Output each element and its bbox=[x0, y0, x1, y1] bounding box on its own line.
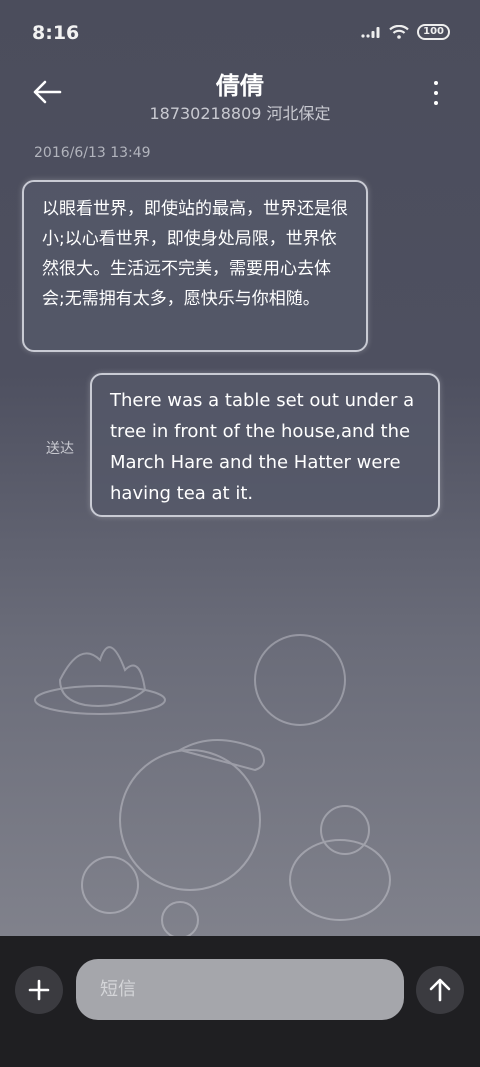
delivery-status: 送达 bbox=[46, 441, 74, 457]
sms-input[interactable] bbox=[76, 959, 404, 1020]
status-time: 8:16 bbox=[32, 22, 80, 44]
outgoing-message-bubble[interactable]: There was a table set out under a tree i… bbox=[90, 373, 440, 517]
battery-icon: 100 bbox=[417, 24, 450, 40]
status-bar: 8:16 100 bbox=[0, 0, 480, 66]
send-button[interactable] bbox=[416, 966, 464, 1014]
plus-icon bbox=[28, 979, 50, 1001]
more-vertical-icon bbox=[432, 81, 440, 105]
conversation-header: 倩倩 18730218809 河北保定 bbox=[0, 66, 480, 136]
wifi-icon bbox=[389, 25, 409, 39]
outgoing-message-text: There was a table set out under a tree i… bbox=[110, 390, 415, 504]
message-timestamp: 2016/6/13 13:49 bbox=[34, 145, 151, 161]
signal-icon bbox=[361, 27, 380, 38]
more-options-button[interactable] bbox=[432, 81, 440, 109]
incoming-message-bubble[interactable]: 以眼看世界，即使站的最高，世界还是很小;以心看世界，即使身处局限，世界依然很大。… bbox=[22, 180, 368, 352]
contact-name: 倩倩 bbox=[216, 72, 264, 100]
arrow-up-icon bbox=[429, 978, 451, 1002]
incoming-message-text: 以眼看世界，即使站的最高，世界还是很小;以心看世界，即使身处局限，世界依然很大。… bbox=[42, 199, 348, 309]
contact-info: 18730218809 河北保定 bbox=[149, 104, 331, 123]
status-icons: 100 bbox=[361, 24, 450, 40]
wallpaper-illustration bbox=[34, 634, 391, 939]
add-attachment-button[interactable] bbox=[15, 966, 63, 1014]
